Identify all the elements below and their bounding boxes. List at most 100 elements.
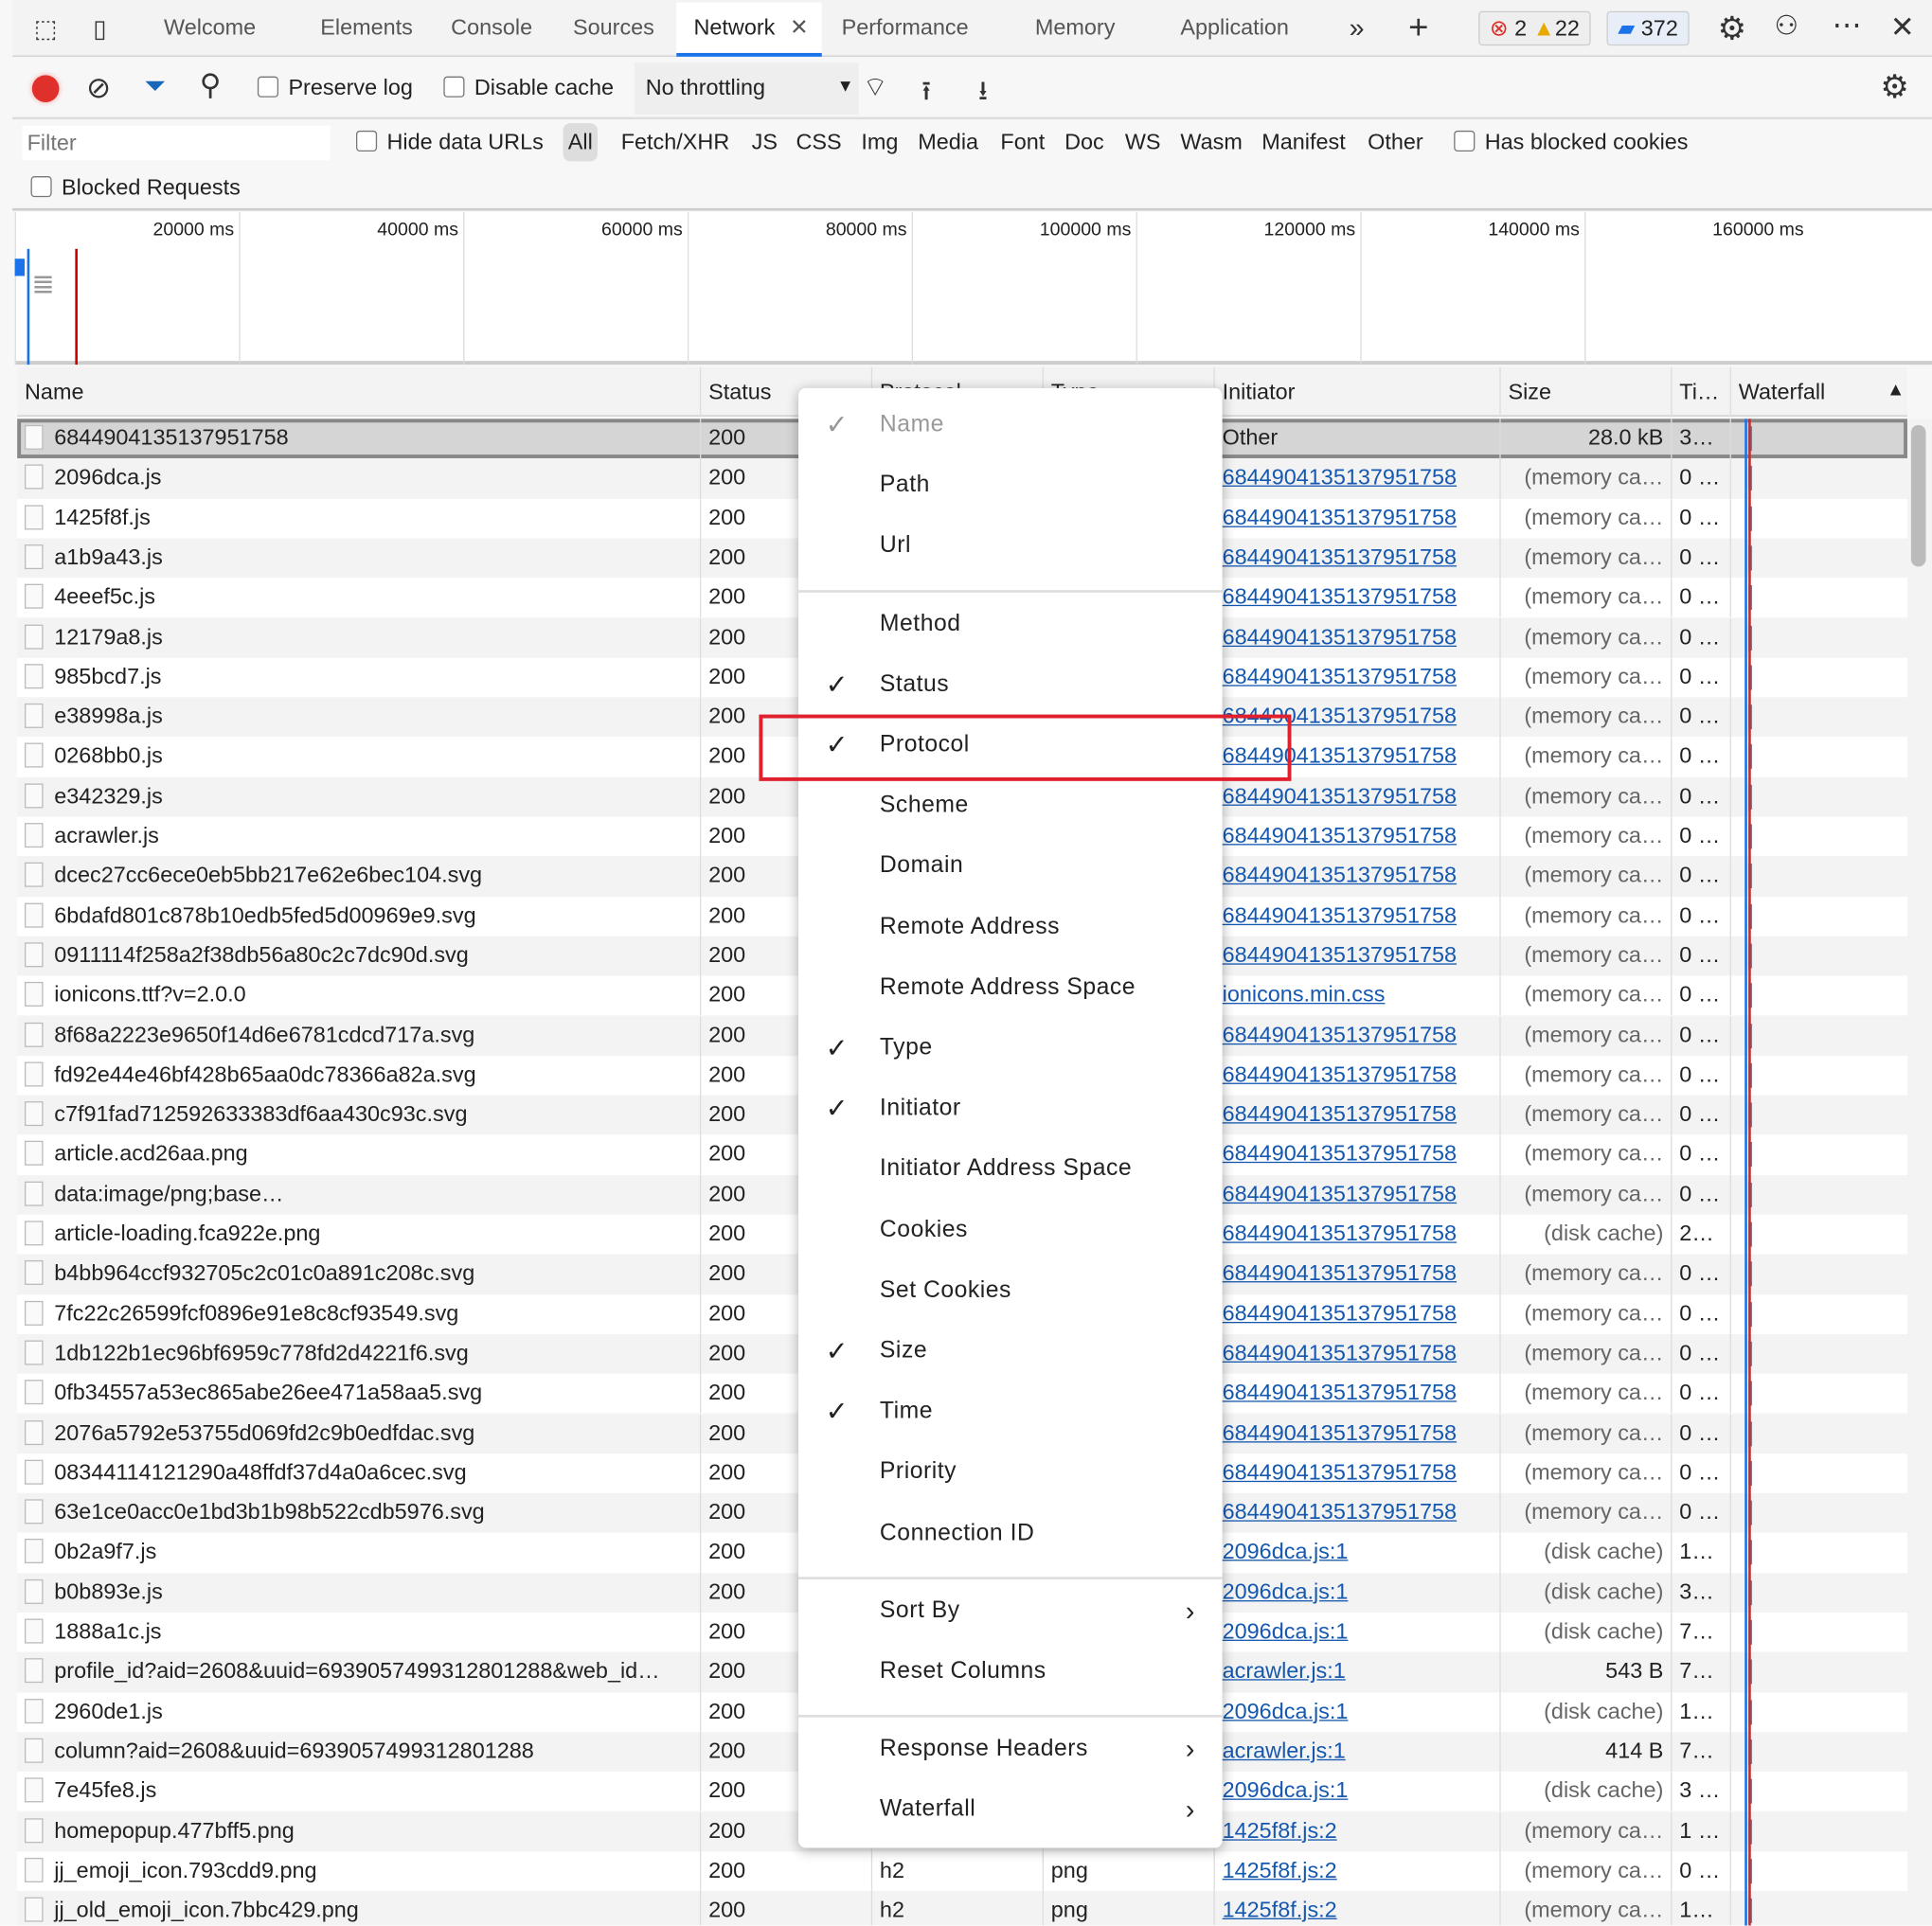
menu-item-type[interactable]: ✓ Type [798, 1024, 1223, 1073]
cell-initiator[interactable]: 6844904135137951758 [1215, 816, 1501, 857]
preserve-log-checkbox[interactable]: Preserve log [257, 75, 413, 100]
cell-initiator[interactable]: acrawler.js:1 [1215, 1652, 1501, 1693]
menu-item-initiator[interactable]: ✓ Initiator [798, 1084, 1223, 1133]
tab-elements[interactable]: Elements [320, 15, 413, 41]
cell-initiator[interactable]: 6844904135137951758 [1215, 1293, 1501, 1334]
request-list-scrollbar[interactable] [1906, 419, 1932, 1926]
menu-item-priority[interactable]: Priority [798, 1448, 1223, 1497]
menu-item-cookies[interactable]: Cookies [798, 1205, 1223, 1255]
menu-item-connection-id[interactable]: Connection ID [798, 1508, 1223, 1558]
cell-initiator[interactable]: 6844904135137951758 [1215, 498, 1501, 539]
menu-item-time[interactable]: ✓ Time [798, 1387, 1223, 1436]
menu-item-status[interactable]: ✓ Status [798, 660, 1223, 709]
cell-initiator[interactable]: 6844904135137951758 [1215, 936, 1501, 976]
cell-initiator[interactable]: 6844904135137951758 [1215, 1254, 1501, 1294]
column-header-waterfall[interactable]: Waterfall ▲ [1731, 367, 1907, 417]
filter-type-media[interactable]: Media [918, 130, 978, 155]
cell-initiator[interactable]: acrawler.js:1 [1215, 1732, 1501, 1773]
request-row[interactable]: jj_emoji_icon.793cdd9.png 200 h2 png 1425f8f… [17, 1851, 1907, 1892]
menu-item-reset-columns[interactable]: Reset Columns [798, 1647, 1223, 1696]
hide-data-urls-checkbox[interactable]: Hide data URLs [355, 130, 544, 155]
column-header-time[interactable]: Ti… [1672, 366, 1731, 417]
more-tabs-icon[interactable]: » [1350, 12, 1365, 45]
cell-initiator[interactable]: 2096dca.js:1 [1215, 1692, 1501, 1733]
menu-item-path[interactable]: Path [798, 461, 1223, 510]
customize-icon[interactable]: ⚇ [1774, 9, 1798, 42]
menu-item-sort-by[interactable]: Sort By › [798, 1586, 1223, 1635]
tab-application[interactable]: Application [1180, 15, 1289, 41]
network-overview-timeline[interactable]: 20000 ms 40000 ms 60000 ms 80000 ms 1000… [14, 211, 1932, 366]
cell-initiator[interactable]: 2096dca.js:1 [1215, 1613, 1501, 1653]
filter-type-js[interactable]: JS [752, 130, 778, 155]
settings-gear-icon[interactable]: ⚙ [1718, 9, 1746, 47]
more-options-icon[interactable]: ⋯ [1833, 8, 1862, 44]
menu-item-initiator-address-space[interactable]: Initiator Address Space [798, 1145, 1223, 1194]
cell-initiator[interactable]: 6844904135137951758 [1215, 1453, 1501, 1493]
throttling-select[interactable]: No throttling ▼ [635, 62, 859, 115]
cell-initiator[interactable]: ionicons.min.css [1215, 975, 1501, 1016]
cell-initiator[interactable]: 6844904135137951758 [1215, 856, 1501, 897]
cell-initiator[interactable]: 1425f8f.js:2 [1215, 1811, 1501, 1852]
cell-initiator[interactable]: 6844904135137951758 [1215, 657, 1501, 698]
disable-cache-checkbox[interactable]: Disable cache [443, 75, 614, 100]
blocked-requests-checkbox[interactable]: Blocked Requests [30, 175, 241, 201]
filter-type-css[interactable]: CSS [796, 130, 841, 155]
cell-initiator[interactable]: 6844904135137951758 [1215, 578, 1501, 618]
network-settings-icon[interactable]: ⚙ [1880, 68, 1908, 106]
tab-console[interactable]: Console [451, 15, 532, 41]
tab-welcome[interactable]: Welcome [164, 15, 256, 41]
cell-initiator[interactable]: 1425f8f.js:2 [1215, 1851, 1501, 1892]
menu-item-url[interactable]: Url [798, 522, 1223, 571]
menu-item-remote-address[interactable]: Remote Address [798, 902, 1223, 952]
cell-initiator[interactable]: 6844904135137951758 [1215, 1214, 1501, 1255]
tab-sources[interactable]: Sources [573, 15, 654, 41]
menu-item-scheme[interactable]: Scheme [798, 781, 1223, 830]
cell-initiator[interactable]: 6844904135137951758 [1215, 1174, 1501, 1215]
messages-badge[interactable]: ▰ 372 [1606, 10, 1690, 46]
filter-type-other[interactable]: Other [1368, 130, 1423, 155]
cell-initiator[interactable]: 6844904135137951758 [1215, 538, 1501, 579]
cell-initiator[interactable]: 6844904135137951758 [1215, 617, 1501, 658]
menu-item-set-cookies[interactable]: Set Cookies [798, 1266, 1223, 1315]
cell-initiator[interactable]: 6844904135137951758 [1215, 1373, 1501, 1414]
cell-initiator[interactable]: 6844904135137951758 [1215, 1055, 1501, 1096]
filter-type-ws[interactable]: WS [1125, 130, 1161, 155]
filter-type-fetch-xhr[interactable]: Fetch/XHR [621, 130, 730, 155]
cell-initiator[interactable]: 6844904135137951758 [1215, 1333, 1501, 1374]
cell-initiator[interactable]: 6844904135137951758 [1215, 896, 1501, 936]
filter-type-manifest[interactable]: Manifest [1261, 130, 1346, 155]
cell-initiator[interactable]: 6844904135137951758 [1215, 1134, 1501, 1175]
column-header-initiator[interactable]: Initiator [1215, 366, 1501, 417]
search-icon[interactable]: ⚲ [200, 68, 222, 104]
cell-initiator[interactable]: 6844904135137951758 [1215, 458, 1501, 499]
tab-memory[interactable]: Memory [1035, 15, 1116, 41]
export-har-icon[interactable]: ⭳ [978, 70, 988, 116]
close-devtools-icon[interactable]: ✕ [1890, 9, 1915, 45]
request-row[interactable]: jj_old_emoji_icon.7bbc429.png 200 h2 png 142… [17, 1891, 1907, 1926]
network-conditions-icon[interactable]: ⌔ [863, 70, 888, 104]
filter-icon[interactable]: ⏷ [144, 70, 166, 102]
clear-icon[interactable]: ⊘ [86, 70, 111, 106]
menu-item-response-headers[interactable]: Response Headers › [798, 1725, 1223, 1774]
cell-initiator[interactable]: 6844904135137951758 [1215, 1492, 1501, 1533]
device-toolbar-icon[interactable]: ▯ [83, 12, 116, 45]
cell-initiator[interactable]: 2096dca.js:1 [1215, 1572, 1501, 1614]
scrollbar-thumb[interactable] [1910, 424, 1926, 567]
column-header-size[interactable]: Size [1501, 366, 1673, 417]
menu-item-domain[interactable]: Domain [798, 842, 1223, 891]
menu-item-method[interactable]: Method [798, 599, 1223, 649]
menu-item-remote-address-space[interactable]: Remote Address Space [798, 963, 1223, 1012]
cell-initiator[interactable]: 6844904135137951758 [1215, 1095, 1501, 1135]
issues-badge[interactable]: ⊗ 2 ▲22 [1478, 10, 1591, 46]
has-blocked-cookies-checkbox[interactable]: Has blocked cookies [1454, 130, 1689, 155]
record-icon[interactable] [31, 75, 60, 102]
cell-initiator[interactable]: 2096dca.js:1 [1215, 1532, 1501, 1573]
add-tab-icon[interactable]: + [1408, 8, 1428, 47]
import-har-icon[interactable]: ⭱ [921, 70, 931, 116]
filter-type-wasm[interactable]: Wasm [1180, 130, 1242, 155]
filter-input[interactable] [22, 125, 331, 161]
menu-item-waterfall[interactable]: Waterfall › [798, 1786, 1223, 1835]
menu-item-size[interactable]: ✓ Size [798, 1327, 1223, 1376]
tab-performance[interactable]: Performance [842, 15, 969, 41]
filter-type-doc[interactable]: Doc [1064, 130, 1104, 155]
